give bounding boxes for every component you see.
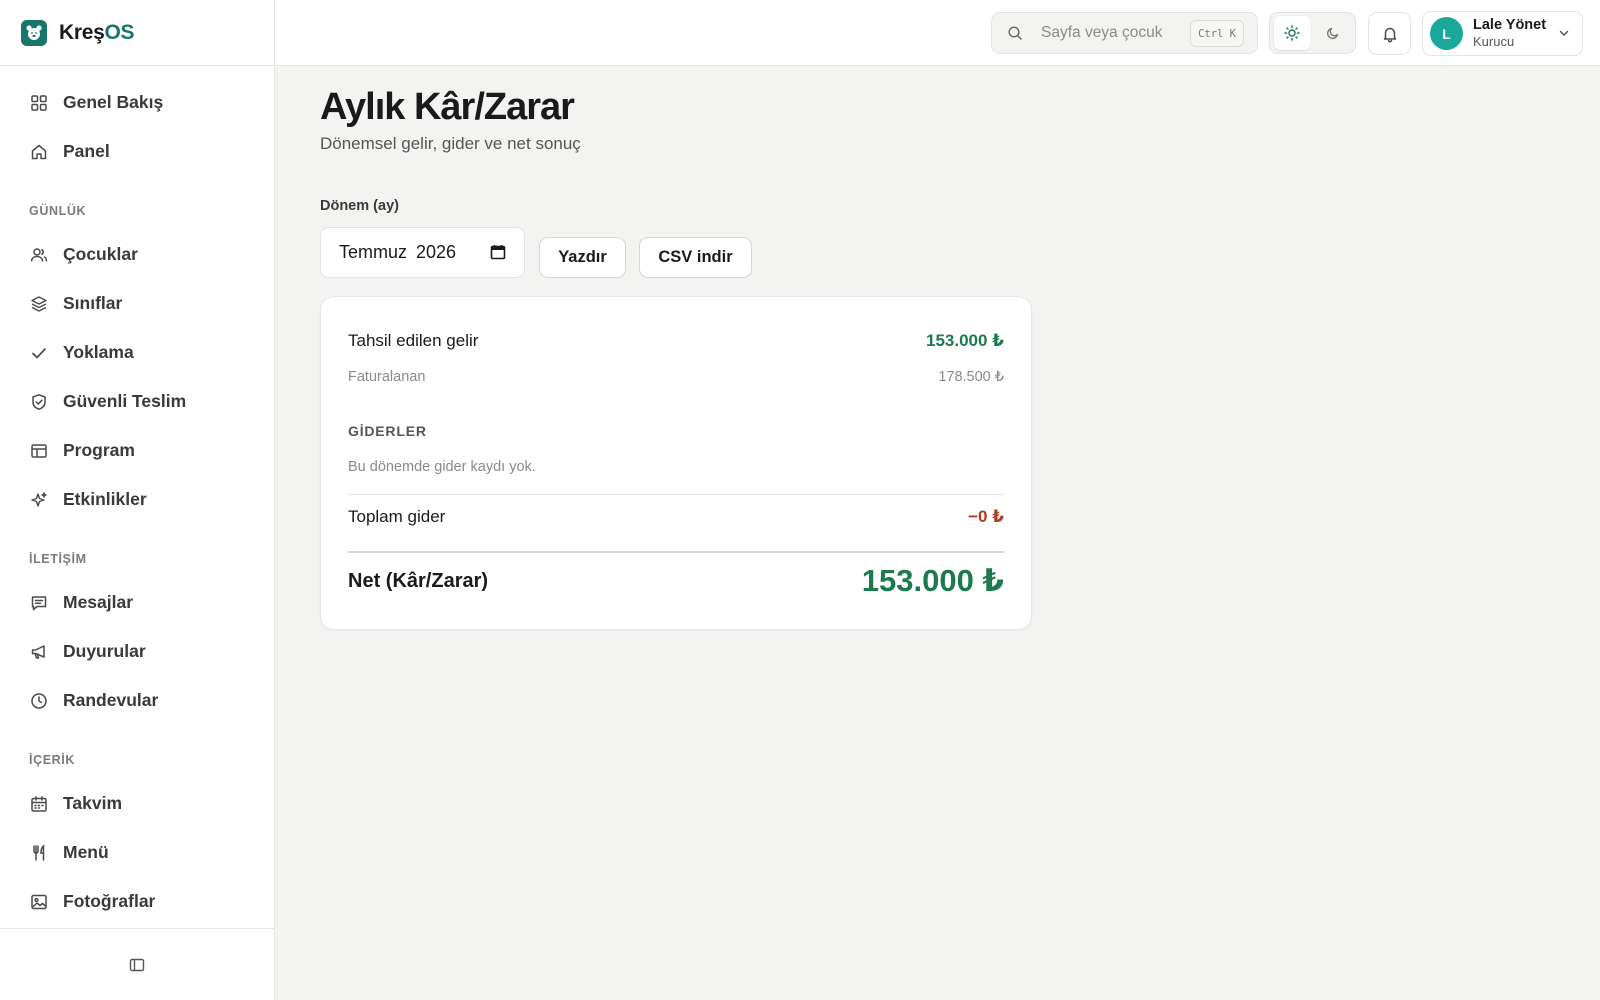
sidebar-nav: Genel Bakış Panel GÜNLÜK Çocuklar Sınıfl…: [0, 78, 274, 926]
brand-name: KreşOS: [59, 20, 135, 44]
sidebar-item-cocuklar[interactable]: Çocuklar: [0, 230, 274, 279]
income-value: 153.000 ₺: [925, 331, 1004, 350]
utensils-icon: [29, 843, 49, 863]
total-expense-row: Toplam gider −0 ₺: [348, 507, 1004, 527]
section-title-icerik: İÇERİK: [29, 753, 75, 767]
sidebar-collapse-icon[interactable]: [129, 957, 145, 973]
search-icon: [1007, 25, 1023, 41]
chevron-down-icon: [1558, 27, 1570, 39]
net-row: Net (Kâr/Zarar) 153.000 ₺: [348, 561, 1004, 601]
sparkles-icon: [29, 490, 49, 510]
income-row: Tahsil edilen gelir 153.000 ₺: [348, 331, 1004, 351]
sidebar-item-label: Çocuklar: [63, 244, 138, 264]
dark-mode-button[interactable]: [1315, 16, 1352, 50]
sidebar-item-randevular[interactable]: Randevular: [0, 676, 274, 725]
period-label: Dönem (ay): [320, 198, 399, 214]
grid-icon: [29, 93, 49, 113]
message-icon: [29, 593, 49, 613]
user-role: Kurucu: [1473, 34, 1515, 50]
section-title-iletisim: İLETİŞİM: [29, 552, 87, 566]
sun-icon: [1284, 25, 1300, 41]
sidebar: KreşOS Genel Bakış Panel GÜNLÜK Çocuklar: [0, 0, 275, 1000]
search-placeholder: Sayfa veya çocuk: [1041, 24, 1163, 41]
sidebar-item-yoklama[interactable]: Yoklama: [0, 328, 274, 377]
sidebar-footer: [0, 928, 274, 1000]
image-icon: [29, 892, 49, 912]
search-shortcut-badge: Ctrl K: [1190, 20, 1244, 47]
sidebar-item-label: Güvenli Teslim: [63, 391, 187, 411]
megaphone-icon: [29, 642, 49, 662]
billed-row: Faturalanan 178.500 ₺: [348, 369, 1004, 385]
total-expense-value: −0 ₺: [968, 507, 1004, 526]
expenses-heading: GİDERLER: [348, 423, 427, 439]
sidebar-item-etkinlikler[interactable]: Etkinlikler: [0, 475, 274, 524]
moon-icon: [1326, 26, 1340, 40]
sidebar-item-label: Fotoğraflar: [63, 891, 156, 911]
period-month-input[interactable]: Temmuz 2026: [320, 227, 525, 278]
shield-check-icon: [29, 392, 49, 412]
sidebar-item-label: Takvim: [63, 793, 123, 813]
theme-toggle: [1269, 12, 1356, 54]
sidebar-item-label: Randevular: [63, 690, 159, 710]
light-mode-button[interactable]: [1274, 16, 1311, 50]
notifications-button[interactable]: [1368, 12, 1411, 55]
sidebar-item-label: Menü: [63, 842, 109, 862]
divider: [348, 551, 1004, 553]
sidebar-item-genel-bakis[interactable]: Genel Bakış: [0, 78, 274, 127]
page-title: Aylık Kâr/Zarar: [320, 86, 575, 128]
sidebar-item-label: Program: [63, 440, 135, 460]
print-button[interactable]: Yazdır: [539, 237, 626, 278]
section-title-gunluk: GÜNLÜK: [29, 204, 87, 218]
sidebar-item-duyurular[interactable]: Duyurular: [0, 627, 274, 676]
net-value: 153.000 ₺: [861, 563, 1004, 598]
sidebar-item-mesajlar[interactable]: Mesajlar: [0, 578, 274, 627]
layers-icon: [29, 294, 49, 314]
clock-icon: [29, 691, 49, 711]
search-box[interactable]: Sayfa veya çocuk Ctrl K: [991, 12, 1258, 54]
sidebar-item-label: Genel Bakış: [63, 92, 164, 112]
sidebar-item-menu[interactable]: Menü: [0, 828, 274, 877]
brand[interactable]: KreşOS: [0, 0, 274, 66]
page-subtitle: Dönemsel gelir, gider ve net sonuç: [320, 134, 581, 153]
sidebar-item-label: Mesajlar: [63, 592, 134, 612]
user-menu[interactable]: L Lale Yönet Kurucu: [1422, 11, 1583, 56]
calendar-icon: [29, 794, 49, 814]
csv-download-button[interactable]: CSV indir: [639, 237, 752, 278]
expenses-empty-message: Bu dönemde gider kaydı yok.: [348, 459, 536, 475]
income-label: Tahsil edilen gelir: [348, 331, 479, 350]
total-expense-label: Toplam gider: [348, 507, 446, 526]
sidebar-item-program[interactable]: Program: [0, 426, 274, 475]
check-icon: [29, 343, 49, 363]
period-value: Temmuz 2026: [339, 242, 457, 262]
top-header: Sayfa veya çocuk Ctrl K L Lale Yönet Kur…: [275, 0, 1600, 66]
billed-value: 178.500 ₺: [938, 369, 1004, 385]
avatar: L: [1430, 17, 1463, 50]
bear-logo-icon: [21, 19, 47, 46]
table-icon: [29, 441, 49, 461]
sidebar-item-label: Panel: [63, 141, 110, 161]
divider: [348, 494, 1004, 495]
billed-label: Faturalanan: [348, 369, 426, 385]
bell-icon: [1381, 25, 1399, 43]
user-info: Lale Yönet Kurucu: [1473, 17, 1547, 50]
profit-loss-card: Tahsil edilen gelir 153.000 ₺ Faturalana…: [320, 296, 1032, 630]
sidebar-item-panel[interactable]: Panel: [0, 127, 274, 176]
sidebar-item-takvim[interactable]: Takvim: [0, 779, 274, 828]
sidebar-item-label: Etkinlikler: [63, 489, 147, 509]
sidebar-item-label: Duyurular: [63, 641, 146, 661]
net-label: Net (Kâr/Zarar): [348, 569, 489, 592]
user-name: Lale Yönet: [1473, 17, 1547, 34]
calendar-picker-icon[interactable]: [490, 244, 506, 260]
home-icon: [29, 142, 49, 162]
sidebar-item-label: Yoklama: [63, 342, 134, 362]
sidebar-item-guvenli-teslim[interactable]: Güvenli Teslim: [0, 377, 274, 426]
sidebar-item-label: Sınıflar: [63, 293, 123, 313]
users-icon: [29, 245, 49, 265]
sidebar-item-siniflar[interactable]: Sınıflar: [0, 279, 274, 328]
sidebar-item-fotograflar[interactable]: Fotoğraflar: [0, 877, 274, 926]
